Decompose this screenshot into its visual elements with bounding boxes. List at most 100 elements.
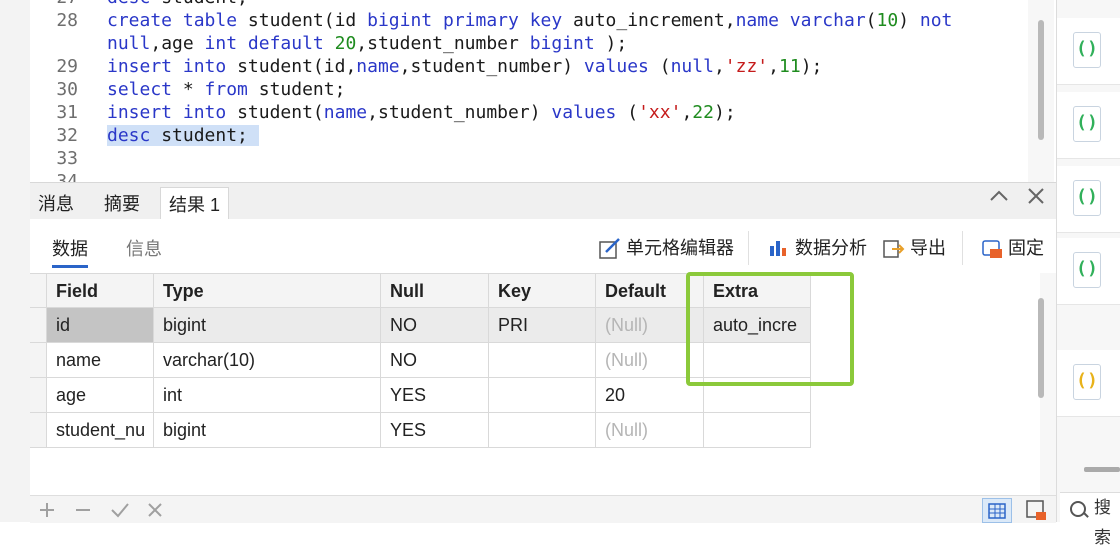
sql-editor[interactable]: 27 desc student; 28 create table student(id… — [30, 0, 1028, 182]
column-header[interactable]: Key — [489, 273, 596, 308]
code-line[interactable]: 32 desc student; — [30, 124, 1028, 147]
table-cell[interactable]: varchar(10) — [154, 343, 381, 378]
code-token: desc — [107, 125, 151, 146]
header-corner — [30, 273, 47, 308]
code-token: bigint — [529, 33, 595, 54]
tab-summary[interactable]: 摘要 — [96, 187, 148, 219]
extra-column-highlight — [686, 272, 854, 386]
row-marker[interactable] — [30, 308, 47, 343]
code-file-icon: () — [1073, 252, 1101, 288]
editor-scrollbar-thumb[interactable] — [1038, 20, 1044, 140]
table-cell[interactable]: id — [47, 308, 154, 343]
code-text: insert into student(name,student_number)… — [107, 101, 736, 124]
table-cell[interactable]: NO — [381, 343, 489, 378]
code-token: varchar — [789, 10, 866, 31]
row-marker[interactable] — [30, 413, 47, 448]
snippet-card[interactable]: () — [1057, 350, 1120, 417]
code-token: student(id, — [226, 56, 357, 77]
table-cell[interactable]: YES — [381, 378, 489, 413]
collapse-icon[interactable] — [988, 185, 1010, 213]
code-line[interactable]: 28 create table student(id bigint primary… — [30, 9, 1028, 32]
code-line[interactable]: 29 insert into student(id,name,student_nu… — [30, 55, 1028, 78]
table-cell[interactable]: age — [47, 378, 154, 413]
snippet-card[interactable]: () — [1057, 166, 1120, 233]
code-line[interactable]: null,age int default 20,student_number b… — [30, 32, 1028, 55]
code-token: ,student_number) — [367, 102, 552, 123]
code-text: select * from student; — [107, 78, 345, 101]
data-analysis-button[interactable]: 数据分析 — [767, 233, 867, 263]
table-cell[interactable]: student_nu — [47, 413, 154, 448]
table-cell[interactable]: bigint — [154, 413, 381, 448]
snippet-card[interactable]: () — [1057, 18, 1120, 85]
line-number: 32 — [56, 125, 78, 146]
tab-result-1[interactable]: 结果 1 — [160, 187, 230, 220]
code-token: ,age — [150, 33, 205, 54]
edit-pencil-icon — [598, 238, 622, 260]
code-token: , — [713, 56, 725, 77]
snippet-card[interactable]: () — [1057, 238, 1120, 305]
form-view-icon[interactable] — [1024, 498, 1048, 528]
snippet-card[interactable]: () — [1057, 92, 1120, 159]
code-token: student; — [247, 79, 346, 100]
code-token: table — [182, 10, 238, 31]
code-token: * — [172, 79, 205, 100]
line-number: 28 — [56, 10, 78, 31]
code-token: student; — [150, 0, 248, 8]
table-cell[interactable]: PRI — [489, 308, 596, 343]
table-cell[interactable]: bigint — [154, 308, 381, 343]
table-cell[interactable] — [489, 413, 596, 448]
column-header[interactable]: Type — [154, 273, 381, 308]
subtab-info[interactable]: 信息 — [126, 235, 162, 261]
tab-messages[interactable]: 消息 — [30, 187, 82, 219]
table-cell[interactable]: name — [47, 343, 154, 378]
pin-button[interactable]: 固定 — [980, 233, 1044, 263]
table-cell[interactable] — [489, 378, 596, 413]
code-token: values — [551, 102, 617, 123]
panel-resize-handle[interactable] — [1084, 467, 1120, 472]
pin-icon — [980, 238, 1004, 260]
search-icon-handle — [1083, 512, 1089, 518]
code-token: ,student_number — [356, 33, 530, 54]
code-token: into — [182, 56, 227, 77]
code-line[interactable]: 30 select * from student; — [30, 78, 1028, 101]
code-token: student(id — [237, 10, 368, 31]
code-token: 'zz' — [724, 56, 769, 77]
code-line[interactable]: 31 insert into student(name,student_numbe… — [30, 101, 1028, 124]
cell-editor-button[interactable]: 单元格编辑器 — [598, 233, 734, 263]
grid-view-icon[interactable] — [982, 498, 1012, 523]
code-line[interactable]: 34 — [30, 170, 1028, 182]
grid-scrollbar-thumb[interactable] — [1038, 298, 1044, 398]
table-cell[interactable]: YES — [381, 413, 489, 448]
table-cell[interactable]: int — [154, 378, 381, 413]
code-token: primary — [442, 10, 519, 31]
code-token: bigint — [367, 10, 433, 31]
panel-search-box[interactable]: 搜索 — [1060, 492, 1120, 547]
subtab-data[interactable]: 数据 — [52, 235, 88, 268]
export-button[interactable]: 导出 — [882, 233, 946, 263]
table-cell[interactable]: NO — [381, 308, 489, 343]
line-number: 27 — [38, 0, 78, 9]
code-token: select — [107, 79, 173, 100]
code-file-icon: () — [1073, 106, 1101, 142]
table-cell[interactable] — [489, 343, 596, 378]
column-header[interactable]: Field — [47, 273, 154, 308]
close-icon[interactable] — [1025, 185, 1047, 213]
code-text: insert into student(id,name,student_numb… — [107, 55, 822, 78]
code-line[interactable]: 27 desc student; — [30, 0, 1028, 9]
code-file-icon: () — [1073, 32, 1101, 68]
code-line[interactable]: 33 — [30, 147, 1028, 170]
code-token: name — [323, 102, 368, 123]
table-cell[interactable] — [704, 413, 811, 448]
code-token: desc — [107, 0, 150, 8]
column-header[interactable]: Null — [381, 273, 489, 308]
row-marker[interactable] — [30, 343, 47, 378]
code-token: , — [768, 56, 779, 77]
search-label: 搜索 — [1094, 498, 1111, 547]
table-cell[interactable]: (Null) — [596, 413, 704, 448]
code-text: null,age int default 20,student_number b… — [107, 32, 627, 55]
code-token: 22 — [692, 102, 714, 123]
row-marker[interactable] — [30, 378, 47, 413]
